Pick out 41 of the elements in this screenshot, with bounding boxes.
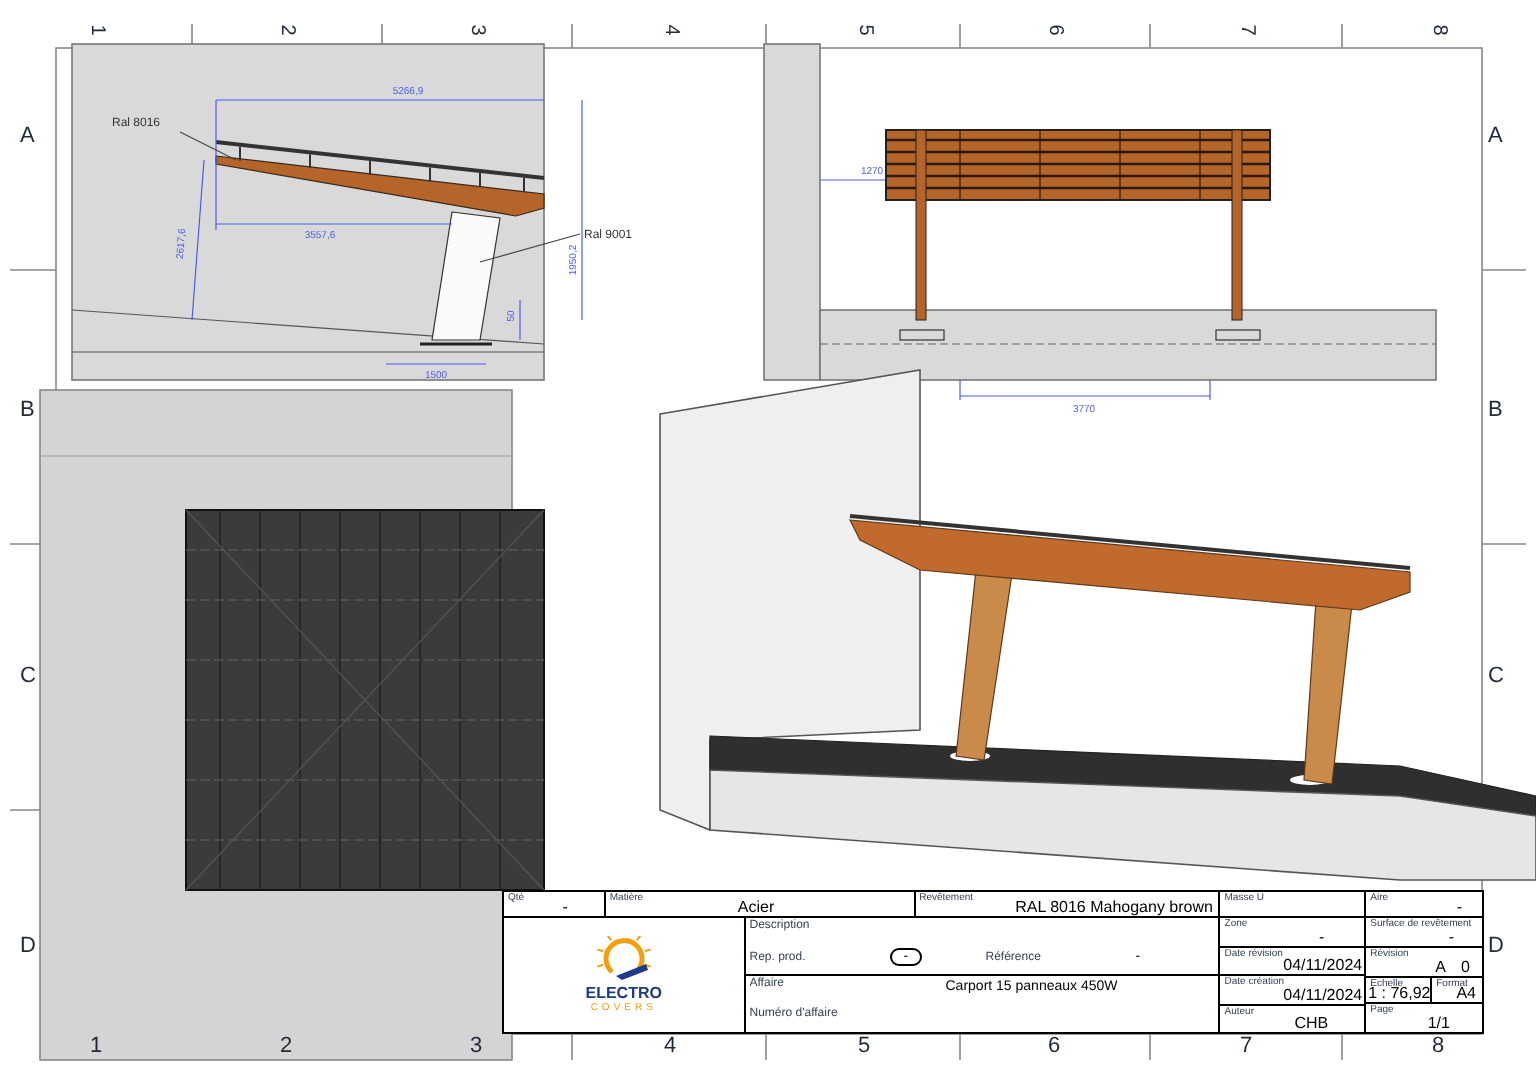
- column-number: 3: [467, 1034, 485, 1058]
- row-letter: A: [20, 124, 35, 148]
- row-letter: D: [1488, 934, 1504, 958]
- field-value: 04/11/2024: [1283, 956, 1363, 974]
- field-value: Acier: [737, 898, 775, 916]
- row-letter: B: [20, 398, 35, 422]
- column-number: 5: [855, 1034, 873, 1058]
- field-value: RAL 8016 Mahogany brown: [1015, 898, 1213, 916]
- column-number: 7: [1237, 1034, 1255, 1058]
- field-value: 04/11/2024: [1283, 985, 1363, 1003]
- column-number: 6: [1044, 22, 1064, 40]
- row-letter: D: [20, 934, 36, 958]
- column-number: 1: [87, 1034, 105, 1058]
- field-value: -: [1456, 898, 1462, 916]
- column-number: 8: [1429, 1034, 1447, 1058]
- column-number: 1: [86, 22, 106, 40]
- field-value: 1 : 76,92: [1368, 984, 1431, 1003]
- field-value: CHB: [1294, 1014, 1329, 1032]
- column-number: 8: [1428, 22, 1448, 40]
- column-number: 3: [466, 22, 486, 40]
- row-letter: A: [1488, 124, 1503, 148]
- row-letter: C: [1488, 664, 1504, 688]
- column-number: 6: [1045, 1034, 1063, 1058]
- field-value: -: [562, 898, 568, 916]
- field-value: -: [1448, 927, 1454, 946]
- sun-logo-icon: [593, 936, 654, 984]
- field-value: A: [1435, 957, 1446, 975]
- row-letter: C: [20, 664, 36, 688]
- column-number: 2: [276, 22, 296, 40]
- field-value: 0: [1461, 957, 1470, 975]
- column-number: 4: [661, 1034, 679, 1058]
- column-number: 5: [854, 22, 874, 40]
- row-letter: B: [1488, 398, 1503, 422]
- field-value: A4: [1456, 984, 1476, 1003]
- field-value: -: [1318, 927, 1325, 945]
- column-number: 7: [1236, 22, 1256, 40]
- leader-line: [179, 131, 237, 161]
- column-number: 4: [660, 22, 680, 40]
- logo-wordmark: ELECTRO: [585, 984, 662, 1002]
- column-number: 2: [277, 1034, 295, 1058]
- field-value: 1/1: [1427, 1014, 1450, 1032]
